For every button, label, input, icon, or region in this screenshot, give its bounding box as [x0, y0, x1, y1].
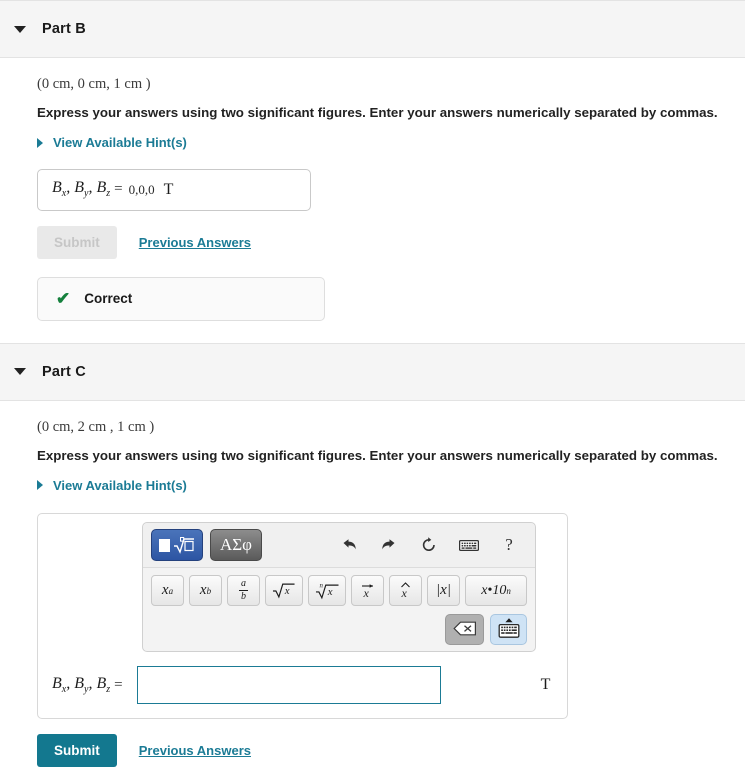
scientific-notation-key[interactable]: x•10n: [465, 575, 527, 606]
superscript-key[interactable]: xa: [151, 575, 184, 606]
backspace-icon: [453, 621, 477, 639]
math-editor-bottom-row: [143, 610, 535, 651]
square-radical-icon: [173, 537, 195, 553]
part-b-instruction: Express your answers using two significa…: [37, 105, 745, 120]
math-editor-tool-icons: ?: [339, 535, 525, 555]
svg-text:x: x: [401, 586, 408, 600]
nth-root-key[interactable]: n x: [308, 575, 346, 606]
math-editor-panel: ΑΣφ: [142, 522, 536, 652]
math-editor-toolbar: ΑΣφ: [143, 523, 535, 568]
part-c-answer-card: ΑΣφ: [37, 513, 568, 719]
caret-down-icon[interactable]: [14, 26, 26, 33]
help-icon[interactable]: ?: [499, 535, 519, 555]
redo-icon[interactable]: [379, 535, 399, 555]
math-editor-key-row: xa xb a b x: [143, 568, 535, 610]
part-b-body: (0 cm, 0 cm, 1 cm ) Express your answers…: [0, 58, 745, 321]
part-b-variable-label: Bx, By, Bz: [52, 179, 110, 199]
vector-key[interactable]: x: [351, 575, 384, 606]
part-b-feedback-text: Correct: [84, 291, 132, 306]
part-b-feedback-banner: ✔ Correct: [37, 277, 325, 321]
part-b-hint-link[interactable]: View Available Hint(s): [37, 135, 187, 150]
part-c-input-row: Bx, By, Bz = T: [38, 666, 567, 704]
part-c-header[interactable]: Part C: [0, 343, 745, 401]
math-template-mode-button[interactable]: [151, 529, 203, 561]
part-b-button-row: Submit Previous Answers: [37, 226, 745, 259]
part-c-hint-label: View Available Hint(s): [53, 478, 187, 493]
part-c-answer-unit: T: [541, 676, 551, 694]
unit-vector-key[interactable]: x: [389, 575, 422, 606]
part-c-section: Part C (0 cm, 2 cm , 1 cm ) Express your…: [0, 343, 745, 767]
part-b-submit-button[interactable]: Submit: [37, 226, 117, 259]
part-b-answer-value: 0,0,0: [129, 182, 155, 198]
subscript-key[interactable]: xb: [189, 575, 222, 606]
part-c-hint-link[interactable]: View Available Hint(s): [37, 478, 187, 493]
part-b-hint-label: View Available Hint(s): [53, 135, 187, 150]
greek-symbols-mode-button[interactable]: ΑΣφ: [210, 529, 262, 561]
part-b-coordinates: (0 cm, 0 cm, 1 cm ): [37, 76, 745, 93]
svg-text:n: n: [319, 583, 323, 590]
part-b-equals-sign: =: [114, 181, 122, 198]
filled-square-icon: [159, 539, 170, 552]
part-b-answer-unit: T: [164, 181, 174, 199]
part-c-button-row: Submit Previous Answers: [37, 734, 745, 767]
part-c-submit-button[interactable]: Submit: [37, 734, 117, 767]
hide-keyboard-key[interactable]: [490, 614, 527, 645]
svg-text:x: x: [326, 586, 332, 598]
part-b-title: Part B: [42, 21, 86, 37]
absolute-value-key[interactable]: |x|: [427, 575, 460, 606]
caret-right-icon: [37, 138, 43, 148]
part-c-coordinates: (0 cm, 2 cm , 1 cm ): [37, 419, 745, 436]
part-c-variable-label: Bx, By, Bz: [52, 675, 110, 695]
part-c-title: Part C: [42, 364, 86, 380]
square-root-key[interactable]: x: [265, 575, 303, 606]
part-b-header[interactable]: Part B: [0, 0, 745, 58]
fraction-denominator: b: [241, 591, 246, 602]
fraction-numerator: a: [239, 579, 248, 591]
svg-text:x: x: [284, 585, 290, 597]
part-c-body: (0 cm, 2 cm , 1 cm ) Express your answer…: [0, 401, 745, 767]
caret-right-icon: [37, 480, 43, 490]
part-c-previous-answers-link[interactable]: Previous Answers: [139, 743, 251, 758]
part-c-instruction: Express your answers using two significa…: [37, 448, 745, 463]
part-c-equals-sign: =: [114, 677, 122, 694]
reset-icon[interactable]: [419, 535, 439, 555]
undo-icon[interactable]: [339, 535, 359, 555]
fraction-key[interactable]: a b: [227, 575, 260, 606]
check-icon: ✔: [56, 290, 70, 307]
part-b-answer-box: Bx, By, Bz = 0,0,0 T: [37, 169, 311, 211]
keyboard-icon[interactable]: [459, 535, 479, 555]
part-c-answer-input[interactable]: [137, 666, 441, 704]
backspace-key[interactable]: [445, 614, 484, 645]
svg-text:x: x: [363, 586, 370, 600]
part-b-section: Part B (0 cm, 0 cm, 1 cm ) Express your …: [0, 0, 745, 321]
section-spacer: [0, 321, 745, 343]
caret-down-icon[interactable]: [14, 368, 26, 375]
part-b-previous-answers-link[interactable]: Previous Answers: [139, 235, 251, 250]
keyboard-hide-icon: [497, 617, 521, 642]
